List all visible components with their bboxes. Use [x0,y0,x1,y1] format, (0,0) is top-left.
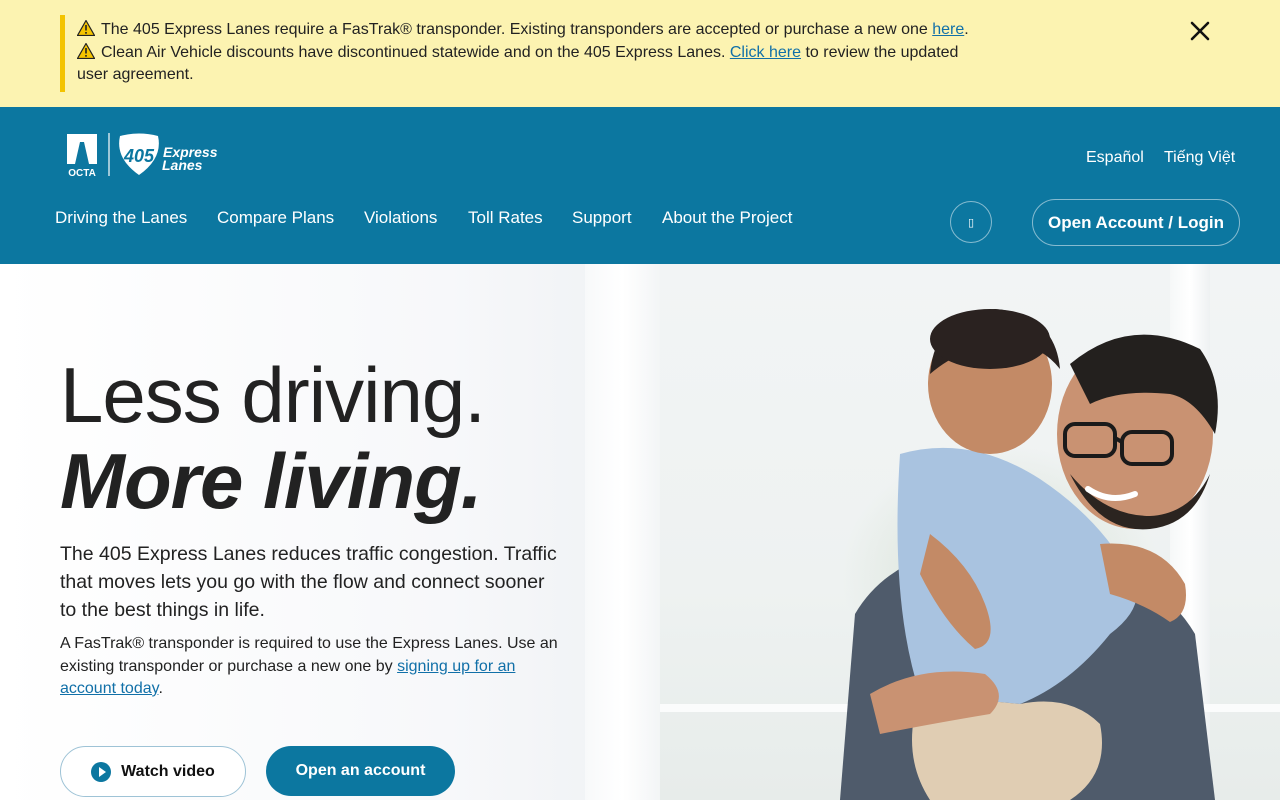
alert-message-1-end: . [964,21,969,38]
nav-violations[interactable]: Violations [364,208,437,228]
watch-video-button[interactable]: Watch video [60,746,246,797]
alert-message-2: Clean Air Vehicle discounts have discont… [77,42,977,87]
nav-support[interactable]: Support [572,208,632,228]
search-button[interactable]: ▯ [950,201,992,243]
doorframe-left [585,264,660,800]
watch-video-label: Watch video [121,762,215,780]
logo-word-lanes: Lanes [162,157,203,173]
warning-icon [77,20,95,36]
hero-photo-father-son [840,309,1218,800]
open-account-button[interactable]: Open an account [266,746,455,796]
site-logo[interactable]: OCTA 405 Express Lanes [65,132,250,182]
octa-logo-text: OCTA [68,168,96,179]
warning-icon [77,42,95,59]
alert-accent-bar [60,15,65,92]
play-icon [91,761,112,782]
nav-compare-plans[interactable]: Compare Plans [217,208,334,228]
site-header: OCTA 405 Express Lanes Español Tiếng Việ… [0,107,1280,264]
hero-title-line-1: Less driving. [60,351,486,439]
alert-click-here-link[interactable]: Click here [730,44,801,61]
alert-messages: The 405 Express Lanes require a FasTrak®… [77,19,977,87]
close-icon[interactable] [1188,19,1212,43]
hero-transponder-note: A FasTrak® transponder is required to us… [60,633,570,701]
hero-lead-text: The 405 Express Lanes reduces traffic co… [60,543,557,621]
nav-about-the-project[interactable]: About the Project [662,208,792,228]
alert-message-1: The 405 Express Lanes require a FasTrak®… [77,19,977,42]
lang-espanol-link[interactable]: Español [1086,149,1144,167]
shield-number: 405 [123,146,155,166]
alert-message-1-text: The 405 Express Lanes require a FasTrak®… [101,21,933,38]
alert-here-link[interactable]: here [932,21,964,38]
nav-driving-the-lanes[interactable]: Driving the Lanes [55,208,187,228]
alert-message-2-text: Clean Air Vehicle discounts have discont… [101,43,730,61]
nav-toll-rates[interactable]: Toll Rates [468,208,543,228]
search-icon: ▯ [967,216,975,229]
hero-note-end: . [158,680,163,697]
hero-section: Less driving. More living. The 405 Expre… [0,264,1280,800]
hero-title-line-2: More living. [60,437,482,525]
lang-vietnamese-link[interactable]: Tiếng Việt [1164,149,1235,167]
open-account-login-button[interactable]: Open Account / Login [1032,199,1240,246]
alert-banner: The 405 Express Lanes require a FasTrak®… [0,0,1280,107]
